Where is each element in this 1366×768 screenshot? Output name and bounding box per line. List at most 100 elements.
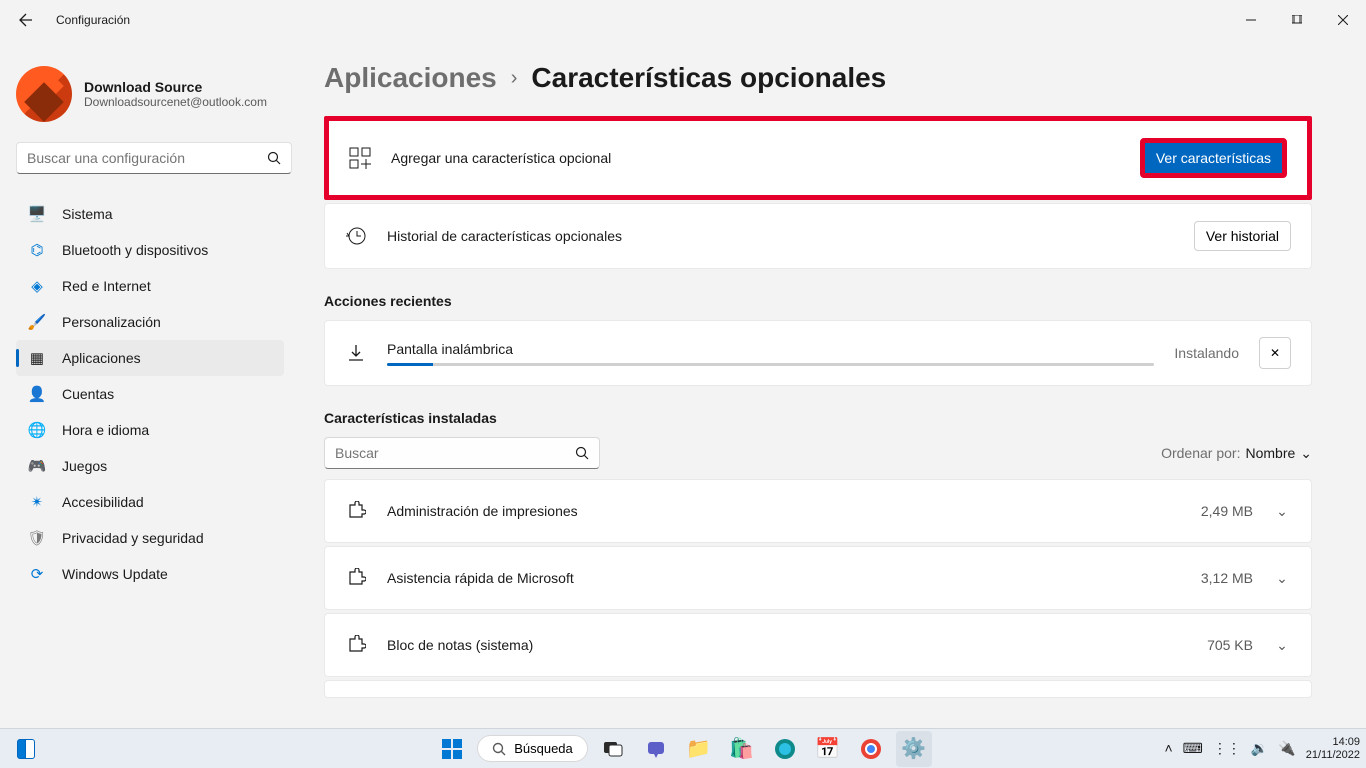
feature-name: Administración de impresiones bbox=[387, 503, 1181, 519]
sidebar-item-accounts[interactable]: 👤Cuentas bbox=[16, 376, 284, 412]
sidebar-item-privacy[interactable]: 🛡 Privacidad y seguridad bbox=[16, 520, 284, 556]
close-button[interactable] bbox=[1320, 0, 1366, 40]
titlebar: Configuración bbox=[0, 0, 1366, 40]
sidebar-item-system[interactable]: 🖥️ Sistema bbox=[16, 196, 284, 232]
puzzle-icon bbox=[345, 567, 367, 589]
wifi-icon: ◈ bbox=[28, 277, 46, 295]
tray-chevron-icon[interactable]: ˄ bbox=[1164, 740, 1172, 757]
sidebar-item-gaming[interactable]: 🎮Juegos bbox=[16, 448, 284, 484]
chrome-button[interactable] bbox=[853, 731, 889, 767]
search-box[interactable] bbox=[16, 142, 292, 174]
breadcrumb-parent[interactable]: Aplicaciones bbox=[324, 62, 497, 94]
window-title: Configuración bbox=[56, 13, 130, 27]
store-button[interactable]: 🛍️ bbox=[724, 731, 760, 767]
sidebar-nav: 🖥️ Sistema ⌬ Bluetooth y dispositivos ◈ Red… bbox=[16, 196, 310, 592]
sidebar-item-label: Aplicaciones bbox=[62, 350, 141, 366]
feature-search[interactable] bbox=[324, 437, 600, 469]
sidebar-item-time[interactable]: 🌐 Hora e idioma bbox=[16, 412, 284, 448]
sidebar-item-label: Hora e idioma bbox=[62, 422, 149, 438]
explorer-button[interactable]: 📁 bbox=[681, 731, 717, 767]
start-button[interactable] bbox=[434, 731, 470, 767]
chevron-down-icon: ⌄ bbox=[1273, 570, 1291, 587]
sidebar-item-label: Accesibilidad bbox=[62, 494, 144, 510]
monitor-icon: 🖥️ bbox=[28, 205, 46, 223]
feature-size: 705 KB bbox=[1207, 637, 1253, 653]
settings-button[interactable]: ⚙️ bbox=[896, 731, 932, 767]
taskbar-clock[interactable]: 14:09 21/11/2022 bbox=[1306, 736, 1360, 762]
sync-icon: ⟳ bbox=[28, 565, 46, 583]
clock-time: 14:09 bbox=[1306, 736, 1360, 749]
chevron-down-icon: ⌄ bbox=[1273, 503, 1291, 520]
person-icon: 👤 bbox=[28, 385, 46, 403]
search-input[interactable] bbox=[27, 150, 267, 166]
chevron-right-icon: › bbox=[511, 67, 518, 90]
minimize-button[interactable] bbox=[1228, 0, 1274, 40]
apps-icon: ▦ bbox=[28, 349, 46, 367]
history-label: Historial de características opcionales bbox=[387, 228, 1174, 244]
clock-date: 21/11/2022 bbox=[1306, 749, 1360, 762]
sort-label: Ordenar por: bbox=[1161, 445, 1240, 461]
recent-section-title: Acciones recientes bbox=[324, 293, 1312, 309]
gamepad-icon: 🎮 bbox=[28, 457, 46, 475]
window-controls bbox=[1228, 0, 1366, 40]
tray-icons: ˄ ⌨ ⋮⋮ 🔉 🔌 bbox=[1164, 740, 1295, 757]
profile-block[interactable]: Download Source Downloadsourcenet@outloo… bbox=[16, 52, 310, 142]
progress-status: Instalando bbox=[1174, 345, 1239, 361]
taskbar-search-label: Búsqueda bbox=[514, 741, 573, 756]
chevron-down-icon: ⌄ bbox=[1273, 637, 1291, 654]
sidebar-item-network[interactable]: ◈ Red e Internet bbox=[16, 268, 284, 304]
sidebar-item-label: Sistema bbox=[62, 206, 113, 222]
tray-keyboard-icon[interactable]: ⌨ bbox=[1183, 740, 1203, 757]
sidebar-item-label: Red e Internet bbox=[62, 278, 151, 294]
task-view-button[interactable] bbox=[595, 731, 631, 767]
main-content: Aplicaciones › Características opcionale… bbox=[310, 40, 1366, 728]
sidebar-item-bluetooth[interactable]: ⌬ Bluetooth y dispositivos bbox=[16, 232, 284, 268]
edge-button[interactable] bbox=[767, 731, 803, 767]
sidebar-item-apps[interactable]: ▦ Aplicaciones bbox=[16, 340, 284, 376]
download-icon bbox=[345, 342, 367, 364]
progress-card: Pantalla inalámbrica Instalando ✕ bbox=[324, 320, 1312, 386]
taskbar-search[interactable]: Búsqueda bbox=[477, 735, 588, 762]
search-icon bbox=[575, 446, 589, 460]
feature-row[interactable]: Asistencia rápida de Microsoft 3,12 MB ⌄ bbox=[324, 546, 1312, 610]
brush-icon: 🖌️ bbox=[28, 313, 46, 331]
widgets-button[interactable] bbox=[10, 733, 42, 765]
shield-icon: 🛡 bbox=[28, 529, 46, 547]
sidebar-item-update[interactable]: ⟳ Windows Update bbox=[16, 556, 284, 592]
accessibility-icon: ✴ bbox=[28, 493, 46, 511]
calendar-button[interactable]: 📅 bbox=[810, 731, 846, 767]
globe-icon: 🌐 bbox=[28, 421, 46, 439]
maximize-button[interactable] bbox=[1274, 0, 1320, 40]
breadcrumb-current: Características opcionales bbox=[531, 62, 886, 94]
chat-button[interactable] bbox=[638, 731, 674, 767]
profile-email: Downloadsourcenet@outlook.com bbox=[84, 95, 267, 109]
progress-feature-name: Pantalla inalámbrica bbox=[387, 341, 1154, 357]
sidebar-item-personalization[interactable]: 🖌️ Personalización bbox=[16, 304, 284, 340]
breadcrumb: Aplicaciones › Características opcionale… bbox=[324, 62, 1312, 94]
cancel-install-button[interactable]: ✕ bbox=[1259, 337, 1291, 369]
feature-row[interactable]: Bloc de notas (sistema) 705 KB ⌄ bbox=[324, 613, 1312, 677]
sidebar-item-accessibility[interactable]: ✴ Accesibilidad bbox=[16, 484, 284, 520]
avatar bbox=[16, 66, 72, 122]
feature-search-input[interactable] bbox=[335, 445, 575, 461]
sidebar-item-label: Privacidad y seguridad bbox=[62, 530, 204, 546]
feature-row[interactable]: Administración de impresiones 2,49 MB ⌄ bbox=[324, 479, 1312, 543]
search-icon bbox=[267, 151, 281, 165]
sort-dropdown[interactable]: Ordenar por: Nombre ⌄ bbox=[1161, 445, 1312, 462]
tray-volume-icon[interactable]: 🔉 bbox=[1251, 740, 1268, 757]
bluetooth-icon: ⌬ bbox=[28, 241, 46, 259]
feature-row-partial[interactable] bbox=[324, 680, 1312, 698]
taskbar: Búsqueda 📁 🛍️ 📅 ⚙️ ˄ ⌨ ⋮⋮ 🔉 🔌 14:09 21/1… bbox=[0, 728, 1366, 768]
view-features-button[interactable]: Ver características bbox=[1140, 138, 1287, 178]
view-history-button[interactable]: Ver historial bbox=[1194, 221, 1291, 251]
installed-section-title: Características instaladas bbox=[324, 410, 1312, 426]
chevron-down-icon: ⌄ bbox=[1300, 445, 1312, 462]
sidebar-item-label: Bluetooth y dispositivos bbox=[62, 242, 208, 258]
sidebar-item-label: Personalización bbox=[62, 314, 161, 330]
tray-wifi-icon[interactable]: ⋮⋮ bbox=[1213, 740, 1241, 757]
puzzle-icon bbox=[345, 634, 367, 656]
sidebar-item-label: Windows Update bbox=[62, 566, 168, 582]
back-button[interactable] bbox=[10, 4, 42, 36]
profile-name: Download Source bbox=[84, 79, 267, 95]
tray-battery-icon[interactable]: 🔌 bbox=[1278, 740, 1295, 757]
